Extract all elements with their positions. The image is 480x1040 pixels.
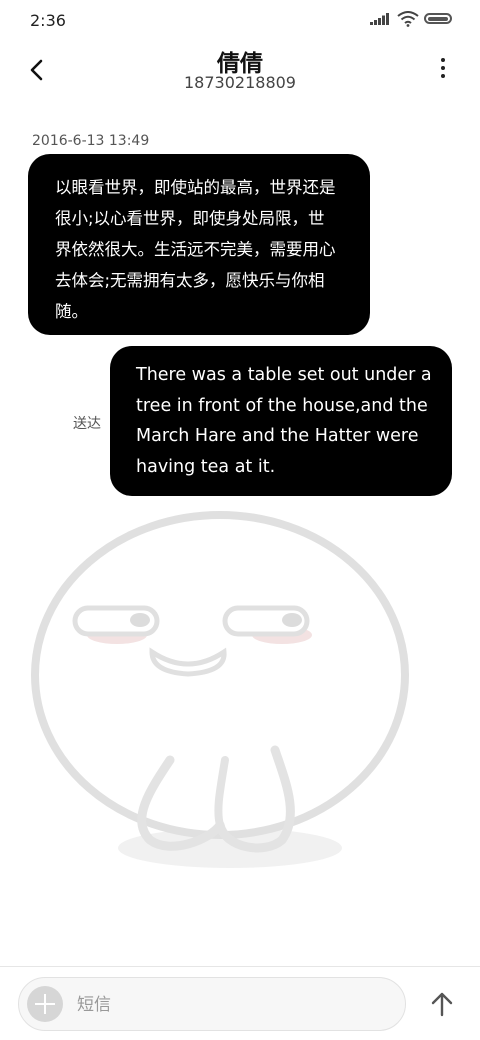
sticker-image bbox=[31, 448, 409, 868]
more-vertical-icon[interactable] bbox=[436, 58, 450, 82]
battery-icon bbox=[424, 13, 452, 24]
incoming-message-text: 以眼看世界，即使站的最高，世界还是很小;以心看世界，即使身处局限，世界依然很大。… bbox=[55, 178, 336, 321]
sms-input[interactable] bbox=[75, 990, 379, 1020]
contact-phone-number: 18730218809 bbox=[184, 73, 296, 92]
composer-bar bbox=[18, 977, 406, 1031]
status-bar: 2:36 bbox=[0, 0, 480, 40]
plus-icon[interactable] bbox=[27, 986, 63, 1022]
wifi-icon bbox=[397, 11, 419, 27]
outgoing-message-text: There was a table set out under a tree i… bbox=[136, 365, 432, 477]
send-arrow-up-icon[interactable] bbox=[430, 991, 454, 1017]
composer-divider bbox=[0, 966, 480, 967]
message-timestamp: 2016-6-13 13:49 bbox=[32, 133, 150, 149]
outgoing-message-bubble[interactable]: There was a table set out under a tree i… bbox=[110, 346, 452, 496]
delivery-status: 送达 bbox=[73, 416, 101, 432]
status-time: 2:36 bbox=[30, 11, 66, 30]
signal-icon bbox=[370, 13, 389, 25]
incoming-message-bubble[interactable]: 以眼看世界，即使站的最高，世界还是很小;以心看世界，即使身处局限，世界依然很大。… bbox=[28, 154, 370, 335]
